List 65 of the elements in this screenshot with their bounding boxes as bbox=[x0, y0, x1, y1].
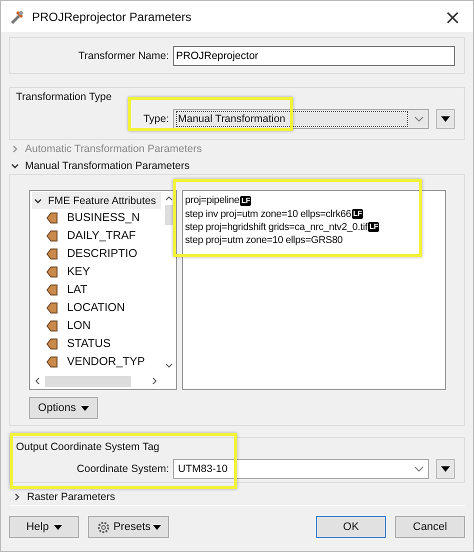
options-button[interactable]: Options bbox=[29, 397, 98, 419]
chevron-icon bbox=[13, 493, 21, 501]
attribute-icon bbox=[46, 248, 58, 260]
attribute-icon bbox=[46, 266, 58, 278]
tree-item[interactable]: DESCRIPTIO bbox=[67, 248, 138, 260]
section-title: Raster Parameters bbox=[27, 491, 116, 503]
window-title: PROJReprojector Parameters bbox=[32, 10, 192, 24]
chevron-right-icon[interactable] bbox=[152, 377, 157, 385]
tree-item[interactable]: DAILY_TRAF bbox=[67, 230, 136, 242]
attribute-icon bbox=[46, 230, 58, 242]
attribute-icon bbox=[46, 356, 58, 368]
scroll-thumb[interactable] bbox=[164, 205, 174, 225]
triangle-down-icon bbox=[54, 524, 62, 530]
tree-item[interactable]: KEY bbox=[67, 266, 90, 278]
field-label: Transformer Name: bbox=[77, 50, 170, 62]
type-dropdown[interactable]: Manual Transformation bbox=[173, 109, 429, 129]
chevron-icon bbox=[11, 144, 19, 152]
field-label: Coordinate System: bbox=[76, 463, 170, 475]
gear-icon bbox=[96, 520, 112, 534]
tree-item[interactable]: LOCATION bbox=[67, 302, 125, 314]
code-line: step proj=hgridshift grids=ca_nrc_ntv2_0.tif bbox=[185, 222, 368, 233]
tree-item[interactable]: VENDOR_TYP bbox=[67, 356, 145, 368]
tree-item[interactable]: LON bbox=[67, 320, 91, 332]
close-button[interactable]: × bbox=[440, 4, 465, 28]
tools-icon bbox=[9, 8, 25, 24]
tree-label: FME Feature Attributes bbox=[48, 194, 156, 206]
menu-button[interactable] bbox=[436, 459, 455, 479]
chevron-icon bbox=[11, 162, 19, 170]
chevron-down-icon bbox=[414, 466, 424, 472]
menu-button[interactable] bbox=[436, 109, 455, 129]
chevron-icon bbox=[34, 196, 42, 204]
attribute-icon bbox=[46, 284, 58, 296]
scroll-thumb[interactable] bbox=[45, 376, 131, 386]
code-line: step inv proj=utm zone=10 ellps=clrk66 bbox=[185, 208, 352, 220]
tree-item[interactable]: FME Feature Attributes bbox=[32, 192, 161, 209]
chevron-up-icon[interactable] bbox=[165, 196, 173, 201]
tree-item[interactable]: STATUS bbox=[67, 338, 111, 350]
chevron-down-icon bbox=[414, 116, 424, 122]
tree-item[interactable]: BUSINESS_N bbox=[67, 212, 140, 224]
code-line: step proj=utm zone=10 ellps=GRS80 bbox=[185, 235, 343, 246]
triangle-down-icon bbox=[80, 406, 89, 410]
triangle-down-icon bbox=[152, 524, 161, 530]
cancel-button[interactable]: Cancel bbox=[395, 516, 465, 538]
triangle-down-icon bbox=[441, 466, 450, 472]
attribute-icon bbox=[46, 302, 58, 314]
code-line: proj=pipeline bbox=[185, 195, 240, 206]
section-header[interactable]: Raster Parameters bbox=[9, 489, 465, 506]
help-button[interactable]: Help bbox=[9, 516, 79, 538]
coordinate-dropdown[interactable]: UTM83-10 bbox=[173, 459, 429, 479]
section-header[interactable]: Manual Transformation Parameters bbox=[9, 157, 465, 174]
chevron-left-icon[interactable] bbox=[35, 377, 40, 385]
attribute-icon bbox=[46, 320, 58, 332]
section-title: Automatic Transformation Parameters bbox=[25, 142, 202, 154]
group-title: Output Coordinate System Tag bbox=[16, 440, 160, 455]
tree-item[interactable]: LAT bbox=[67, 284, 88, 296]
input-field[interactable]: PROJReprojector bbox=[173, 46, 455, 66]
ok-button[interactable]: OK bbox=[316, 516, 386, 538]
attribute-icon bbox=[46, 212, 58, 224]
triangle-down-icon bbox=[441, 116, 450, 122]
field-label: Type: bbox=[142, 113, 170, 125]
chevron-down-icon[interactable] bbox=[165, 363, 173, 368]
group-title: Transformation Type bbox=[16, 90, 113, 105]
section-title: Manual Transformation Parameters bbox=[25, 160, 190, 172]
presets-button[interactable]: Presets bbox=[88, 516, 169, 538]
attribute-icon bbox=[46, 338, 58, 350]
